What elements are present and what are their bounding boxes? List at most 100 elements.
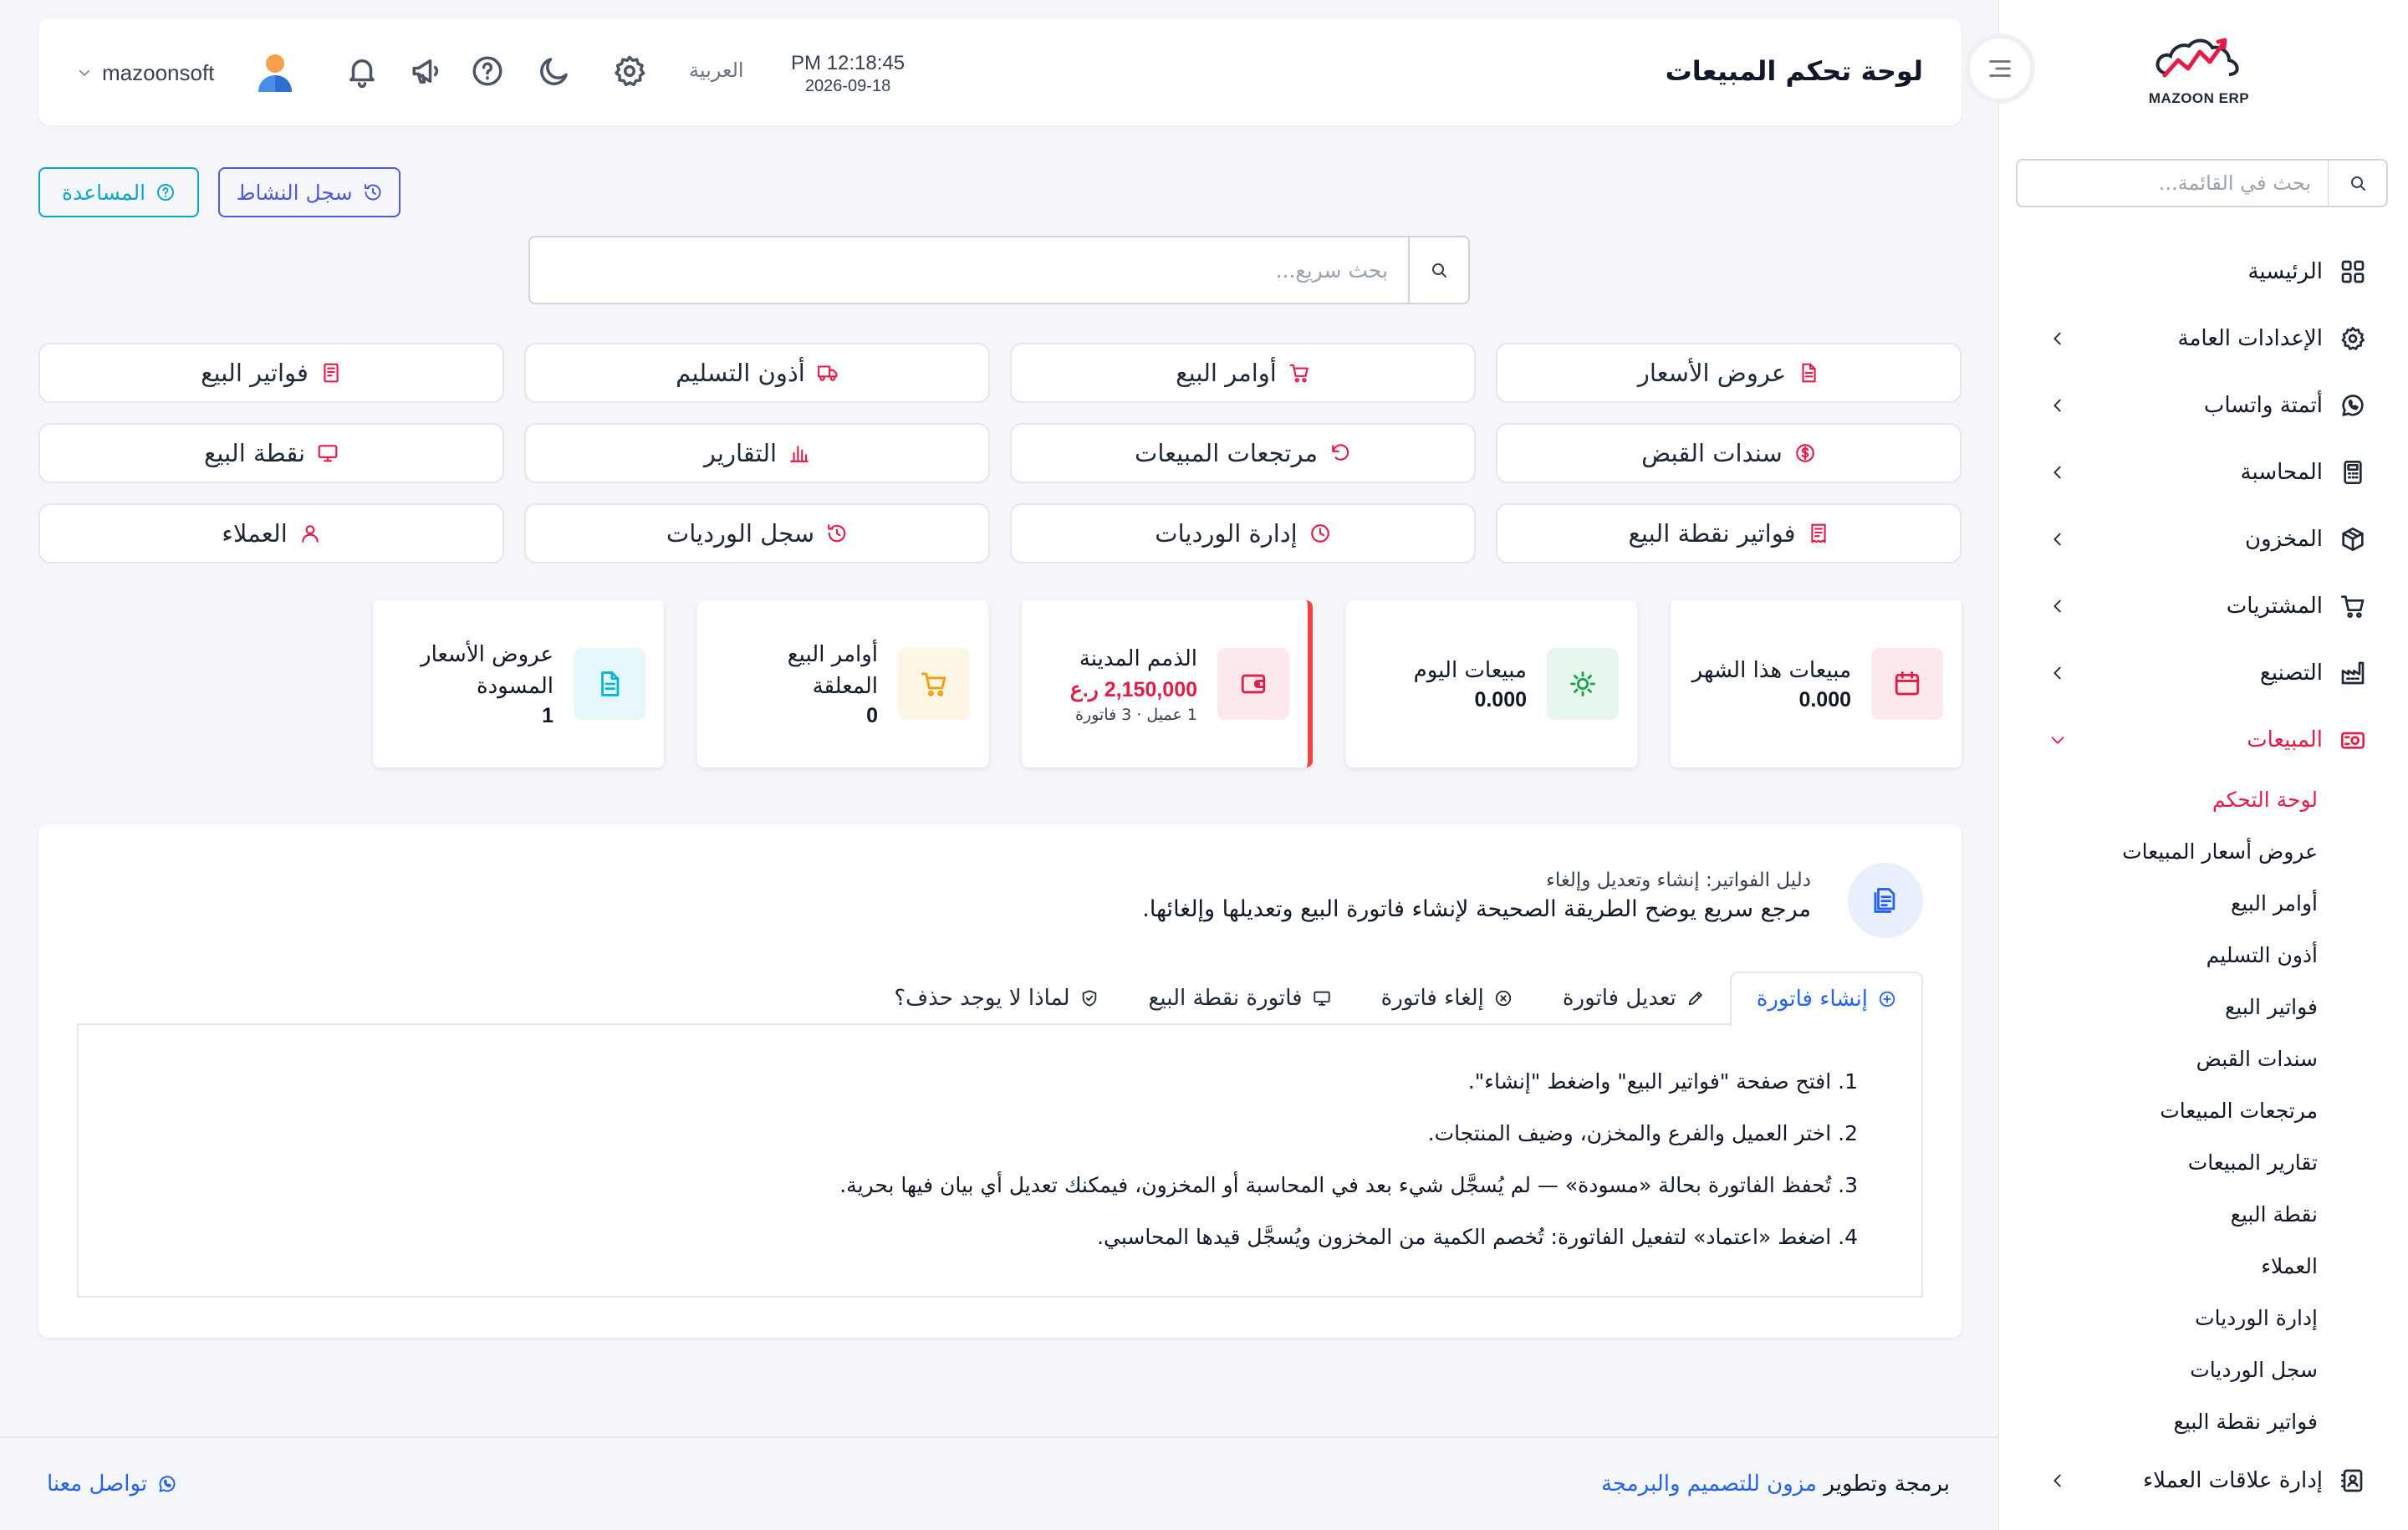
cart-icon — [2341, 595, 2365, 618]
sidebar-item-label: المحاسبة — [2240, 460, 2323, 485]
submenu-item-shifts[interactable]: إدارة الورديات — [1999, 1292, 2318, 1344]
quick-link-returns[interactable]: مرتجعات المبيعات — [1010, 423, 1476, 483]
tab-why-no-delete[interactable]: لماذا لا يوجد حذف؟ — [869, 972, 1123, 1025]
chevron-down-icon — [2051, 737, 2064, 744]
quick-search — [528, 236, 1470, 304]
guide-step: 2. اختر العميل والفرع والمخزن، وضيف المن… — [1427, 1120, 1858, 1145]
submenu-item-customers[interactable]: العملاء — [1999, 1240, 2318, 1292]
sidebar-item-whatsapp[interactable]: أتمتة واتساب — [1999, 372, 2408, 439]
quick-link-reports[interactable]: التقارير — [524, 423, 990, 483]
calculator-icon — [2344, 461, 2362, 484]
receipt-icon — [1810, 523, 1826, 543]
megaphone-icon[interactable] — [410, 54, 445, 89]
quick-link-pos[interactable]: نقطة البيع — [38, 423, 504, 483]
shield-icon — [1082, 990, 1096, 1007]
monitor-icon — [318, 445, 338, 462]
tab-label: تعديل فاتورة — [1562, 986, 1676, 1011]
submenu-item-delivery-notes[interactable]: أذون التسليم — [1999, 929, 2318, 981]
sidebar-item-sales[interactable]: المبيعات — [1999, 706, 2408, 773]
contact-us-link[interactable]: تواصل معنا — [47, 1471, 177, 1497]
quick-link-pos-invoices[interactable]: فواتير نقطة البيع — [1496, 503, 1962, 564]
whatsapp-icon — [2342, 395, 2364, 416]
quick-link-invoices[interactable]: فواتير البيع — [38, 343, 504, 403]
user-menu[interactable]: mazoonsoft — [77, 52, 294, 94]
quick-link-sales-orders[interactable]: أوامر البيع — [1010, 343, 1476, 403]
quick-link-shifts[interactable]: إدارة الورديات — [1010, 503, 1476, 564]
quick-link-quotations[interactable]: عروض الأسعار — [1496, 343, 1962, 403]
gear-icon[interactable] — [612, 54, 647, 89]
clock-time: PM 12:18:45 — [791, 52, 906, 74]
help-circle-icon[interactable] — [470, 54, 505, 89]
submenu-item-reports[interactable]: تقارير المبيعات — [1999, 1136, 2318, 1188]
submenu-item-dashboard[interactable]: لوحة التحكم — [1999, 773, 2318, 825]
tab-pos-invoice[interactable]: فاتورة نقطة البيع — [1124, 972, 1356, 1025]
quick-link-receipts[interactable]: سندات القبض — [1496, 423, 1962, 483]
search-icon — [2350, 176, 2365, 191]
stat-value: 0 — [866, 704, 878, 728]
box-icon — [2342, 528, 2364, 551]
tab-cancel-invoice[interactable]: إلغاء فاتورة — [1356, 972, 1538, 1025]
sidebar-item-label: الإعدادات العامة — [2177, 326, 2323, 351]
sidebar-item-inventory[interactable]: المخزون — [1999, 506, 2408, 573]
submenu-item-shift-log[interactable]: سجل الورديات — [1999, 1344, 2318, 1395]
help-button[interactable]: المساعدة — [38, 167, 199, 217]
submenu-item-pos-invoices[interactable]: فواتير نقطة البيع — [1999, 1395, 2318, 1447]
guide-description: مرجع سريع يوضح الطريقة الصحيحة لإنشاء فا… — [1142, 896, 1811, 922]
footer-company-link[interactable]: مزون للتصميم والبرمجة — [1601, 1471, 1817, 1497]
bell-icon[interactable] — [344, 54, 380, 89]
stat-card-receivables: الذمم المدينة 2,150,000 ر.ع 1 عميل · 3 ف… — [1022, 600, 1313, 768]
activity-log-button[interactable]: سجل النشاط — [218, 167, 400, 217]
footer: برمجة وتطوير مزون للتصميم والبرمجة تواصل… — [0, 1436, 1998, 1530]
dollar-circle-icon — [1796, 444, 1814, 462]
quick-link-customers[interactable]: العملاء — [38, 503, 504, 564]
sidebar-item-manufacturing[interactable]: التصنيع — [1999, 640, 2408, 706]
sidebar-item-general-settings[interactable]: الإعدادات العامة — [1999, 305, 2408, 372]
activity-log-label: سجل النشاط — [236, 180, 353, 205]
history-icon — [364, 184, 381, 201]
submenu-item-returns[interactable]: مرتجعات المبيعات — [1999, 1084, 2318, 1136]
quick-link-delivery[interactable]: أذون التسليم — [524, 343, 990, 403]
sidebar-item-purchases[interactable]: المشتريات — [1999, 573, 2408, 640]
submenu-item-receipts[interactable]: سندات القبض — [1999, 1033, 2318, 1084]
sidebar-item-home[interactable]: الرئيسية — [1999, 238, 2408, 305]
tab-create-invoice[interactable]: إنشاء فاتورة — [1729, 972, 1923, 1027]
chevron-left-icon — [2053, 332, 2061, 345]
stat-value: 0.000 — [1798, 688, 1851, 712]
language-switcher[interactable]: العربية — [689, 59, 744, 82]
sidebar-item-crm[interactable]: إدارة علاقات العملاء — [1999, 1447, 2408, 1514]
quick-link-shift-log[interactable]: سجل الورديات — [524, 503, 990, 564]
submenu-item-quotations[interactable]: عروض أسعار المبيعات — [1999, 825, 2318, 877]
sidebar-toggle-button[interactable] — [1965, 33, 2035, 104]
plus-circle-icon — [1879, 991, 1895, 1007]
tab-label: إلغاء فاتورة — [1380, 986, 1484, 1011]
quick-search-input[interactable] — [530, 237, 1408, 303]
sidebar-search — [2016, 159, 2388, 207]
stat-value: 1 — [542, 704, 554, 728]
stats-row: مبيعات هذا الشهر 0.000 مبيعات اليوم 0.00… — [364, 600, 1962, 768]
register-icon — [2341, 732, 2365, 749]
stat-icon-wrap — [574, 648, 645, 720]
quick-link-label: العملاء — [222, 519, 288, 548]
submenu-item-pos[interactable]: نقطة البيع — [1999, 1188, 2318, 1240]
moon-icon[interactable] — [537, 54, 572, 89]
stat-card-month-sales: مبيعات هذا الشهر 0.000 — [1671, 600, 1962, 768]
sidebar-item-accounting[interactable]: المحاسبة — [1999, 439, 2408, 506]
monitor-icon — [1313, 991, 1330, 1006]
pencil-icon — [1688, 992, 1702, 1006]
sidebar-search-button[interactable] — [2328, 161, 2386, 206]
stat-title: عروض الأسعار المسودة — [421, 641, 554, 699]
tab-edit-invoice[interactable]: تعديل فاتورة — [1538, 972, 1730, 1025]
app-logo[interactable]: MAZOON ERP — [2140, 33, 2258, 117]
sidebar-menu: الرئيسية الإعدادات العامة أتمتة واتساب ا… — [1999, 238, 2408, 1514]
quick-search-button[interactable] — [1408, 237, 1468, 303]
sidebar-search-input[interactable] — [2018, 161, 2328, 206]
cart-icon — [1289, 364, 1309, 383]
help-label: المساعدة — [61, 180, 146, 205]
help-circle-icon — [157, 184, 175, 201]
history-icon — [828, 524, 846, 543]
submenu-item-invoices[interactable]: فواتير البيع — [1999, 981, 2318, 1033]
submenu-item-sales-orders[interactable]: أوامر البيع — [1999, 877, 2318, 929]
logo-mark-icon — [2155, 38, 2239, 78]
invoice-icon — [1874, 888, 1895, 913]
tab-label: لماذا لا يوجد حذف؟ — [894, 986, 1070, 1011]
